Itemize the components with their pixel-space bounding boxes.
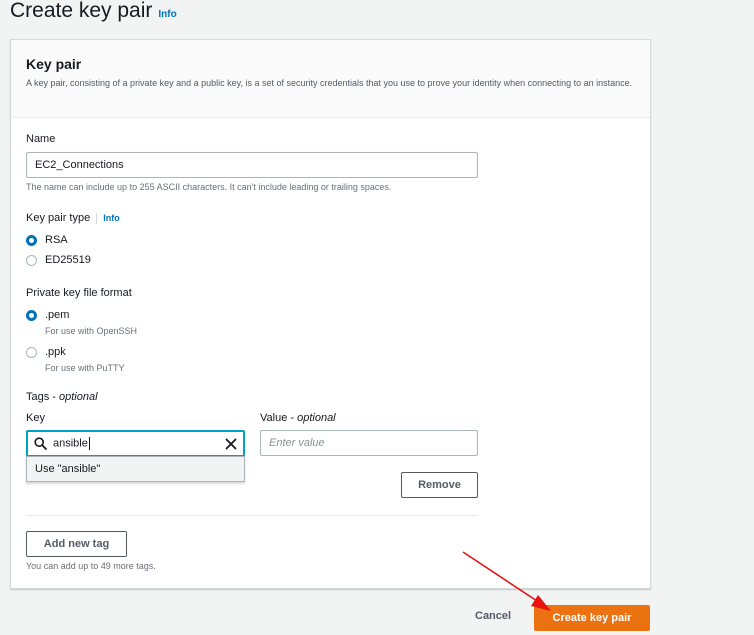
tag-key-label: Key <box>26 412 45 424</box>
tags-label-optional: optional <box>59 391 98 403</box>
name-hint: The name can include up to 255 ASCII cha… <box>26 182 392 192</box>
radio-button[interactable] <box>26 255 37 266</box>
tag-value-label-optional: optional <box>297 412 336 424</box>
tag-key-input-text: ansible <box>53 437 219 450</box>
radio-button-checked[interactable] <box>26 235 37 246</box>
radio-button[interactable] <box>26 347 37 358</box>
panel-header: Key pair A key pair, consisting of a pri… <box>11 40 650 118</box>
radio-ed25519-label: ED25519 <box>45 254 91 266</box>
text-cursor <box>88 437 90 450</box>
radio-pem[interactable]: .pem For use with OpenSSH <box>26 309 137 337</box>
radio-pem-label: .pem <box>45 309 70 321</box>
tag-value-label: Value - optional <box>260 412 336 424</box>
info-link[interactable]: Info <box>158 9 176 20</box>
autosuggest-option[interactable]: Use "ansible" <box>26 456 245 482</box>
key-pair-type-text: Key pair type <box>26 212 91 224</box>
name-label: Name <box>26 133 56 145</box>
radio-ppk-description: For use with PuTTY <box>45 363 125 373</box>
page-title: Create key pair <box>10 0 153 22</box>
key-pair-type-info-link[interactable]: Info <box>103 213 120 223</box>
tags-hint: You can add up to 49 more tags. <box>26 561 156 571</box>
file-format-label: Private key file format <box>26 287 132 299</box>
cancel-button[interactable]: Cancel <box>475 610 511 622</box>
divider <box>26 515 478 516</box>
panel-description: A key pair, consisting of a private key … <box>26 78 633 88</box>
key-pair-panel: Key pair A key pair, consisting of a pri… <box>10 39 651 589</box>
tags-label: Tags - optional <box>26 391 98 403</box>
tags-label-main: Tags - <box>26 391 60 403</box>
page-header: Create key pair Info <box>10 0 177 22</box>
radio-ed25519[interactable]: ED25519 <box>26 254 91 267</box>
remove-tag-button[interactable]: Remove <box>401 472 478 498</box>
name-input[interactable]: EC2_Connections <box>26 152 478 178</box>
tag-value-label-main: Value - <box>260 412 298 424</box>
panel-title: Key pair <box>26 56 82 72</box>
add-new-tag-button[interactable]: Add new tag <box>26 531 127 557</box>
tag-key-value: ansible <box>53 437 88 450</box>
radio-pem-description: For use with OpenSSH <box>45 326 138 336</box>
clear-icon[interactable] <box>225 438 237 450</box>
radio-rsa[interactable]: RSA <box>26 234 68 247</box>
create-key-pair-button[interactable]: Create key pair <box>534 605 650 631</box>
key-pair-type-label: Key pair type Info <box>26 212 120 224</box>
radio-button-checked[interactable] <box>26 310 37 321</box>
tag-key-input[interactable]: ansible <box>26 430 245 457</box>
tag-value-input[interactable]: Enter value <box>260 430 478 456</box>
radio-ppk[interactable]: .ppk For use with PuTTY <box>26 346 125 374</box>
radio-rsa-label: RSA <box>45 234 68 246</box>
radio-ppk-label: .ppk <box>45 346 66 358</box>
search-icon <box>34 437 47 450</box>
label-divider <box>96 212 98 224</box>
